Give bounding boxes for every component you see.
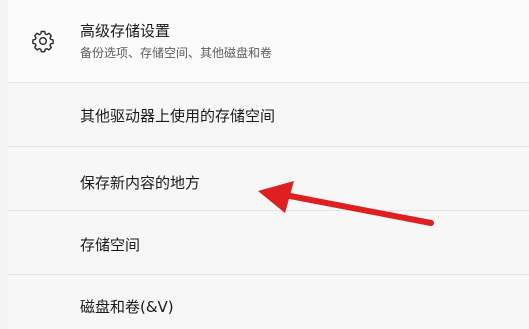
list-item-label: 其他驱动器上使用的存储空间 — [80, 107, 276, 125]
storage-settings-panel: 高级存储设置 备份选项、存储空间、其他磁盘和卷 其他驱动器上使用的存储空间 保存… — [8, 0, 529, 329]
list-item-where-new-content-is-saved[interactable]: 保存新内容的地方 — [8, 146, 529, 210]
settings-window: 高级存储设置 备份选项、存储空间、其他磁盘和卷 其他驱动器上使用的存储空间 保存… — [0, 0, 529, 329]
list-item-disks-and-volumes[interactable]: 磁盘和卷(&V) — [8, 274, 529, 329]
list-item-label: 磁盘和卷(&V) — [80, 298, 174, 316]
gear-icon — [31, 29, 55, 53]
advanced-storage-title: 高级存储设置 — [80, 22, 171, 40]
list-item-storage-used-on-other-drives[interactable]: 其他驱动器上使用的存储空间 — [8, 82, 529, 146]
list-item-storage-spaces[interactable]: 存储空间 — [8, 210, 529, 274]
list-item-label: 保存新内容的地方 — [80, 174, 201, 192]
advanced-storage-settings-header[interactable]: 高级存储设置 备份选项、存储空间、其他磁盘和卷 — [8, 0, 529, 82]
list-item-label: 存储空间 — [80, 236, 141, 254]
advanced-storage-subtitle: 备份选项、存储空间、其他磁盘和卷 — [80, 46, 273, 60]
